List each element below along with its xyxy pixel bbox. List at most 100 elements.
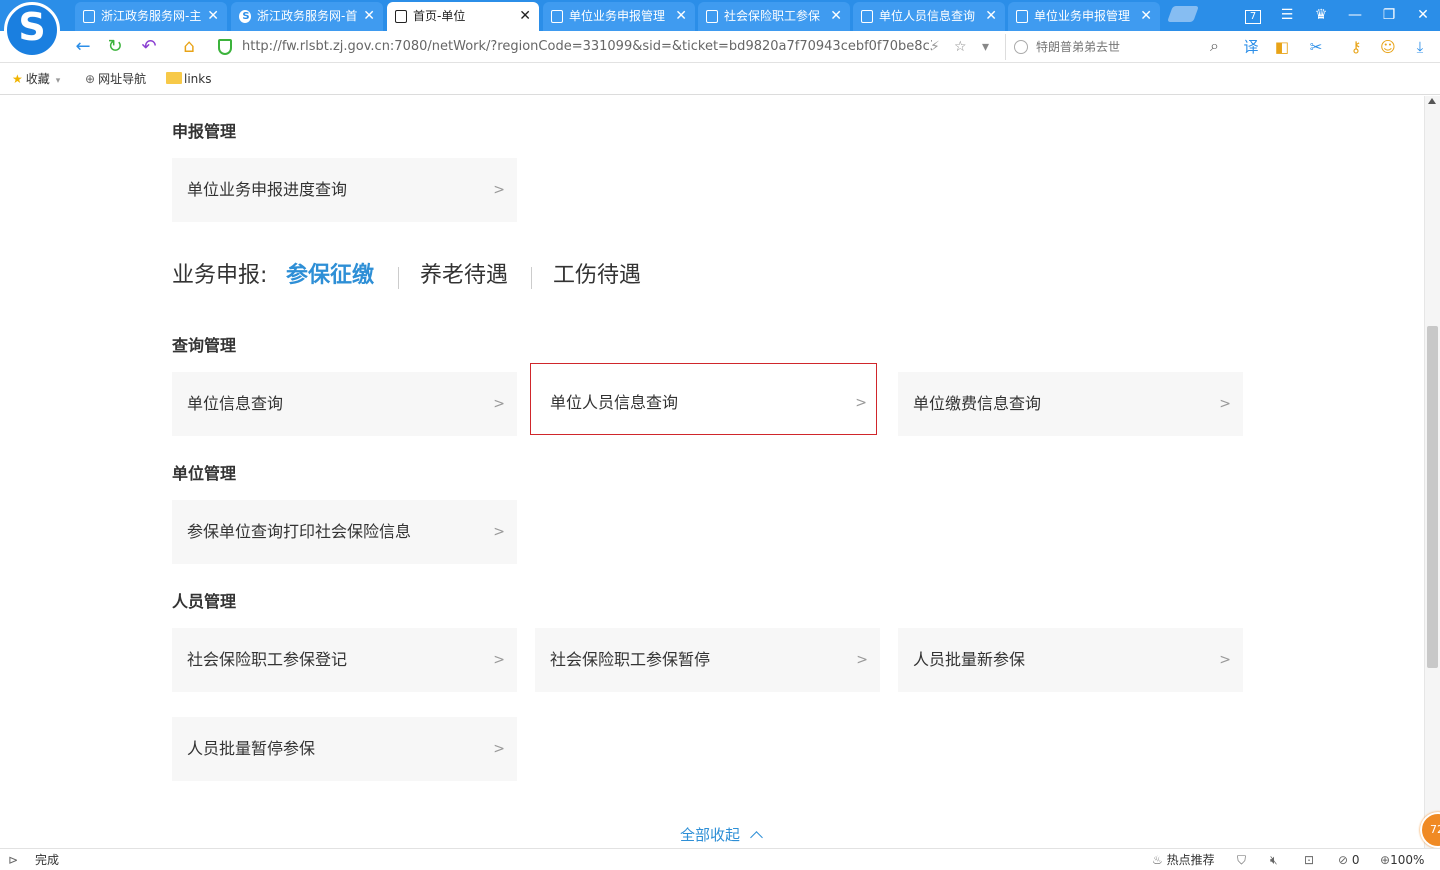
- hot-recommend-button[interactable]: ♨ 热点推荐: [1152, 849, 1215, 870]
- section-title-query: 查询管理: [172, 336, 237, 355]
- card-staff-suspend[interactable]: 社会保险职工参保暂停 >: [535, 628, 880, 692]
- scissors-icon[interactable]: ✂: [1302, 34, 1330, 60]
- translate-icon[interactable]: 译: [1237, 34, 1265, 60]
- card-label: 参保单位查询打印社会保险信息: [187, 522, 412, 541]
- card-batch-enroll[interactable]: 人员批量新参保 >: [898, 628, 1243, 692]
- bookmark-label: 收藏: [25, 72, 50, 86]
- scroll-up-arrow-icon[interactable]: [1428, 98, 1436, 104]
- sogou-logo-icon[interactable]: [4, 2, 60, 58]
- card-label: 社会保险职工参保暂停: [550, 650, 711, 669]
- address-dropdown-icon[interactable]: ▾: [982, 34, 989, 60]
- speed-mode-icon[interactable]: ⚡: [930, 34, 940, 60]
- tab-injury[interactable]: 工伤待遇: [553, 260, 641, 292]
- doc-icon: [1016, 10, 1028, 23]
- bookmark-links[interactable]: links: [166, 64, 211, 95]
- doc-icon: [861, 10, 873, 23]
- sidebar-toggle-icon[interactable]: ⊳: [8, 849, 18, 870]
- menu-icon[interactable]: ☰: [1270, 0, 1304, 31]
- tab-1[interactable]: 浙江政务服务网-主 ✕: [75, 2, 227, 31]
- mute-icon[interactable]: 🔇︎: [1270, 849, 1278, 870]
- search-engine-icon[interactable]: [1014, 40, 1028, 54]
- search-box[interactable]: ⌕: [1005, 34, 1225, 60]
- close-icon[interactable]: ✕: [985, 2, 997, 30]
- card-label: 单位信息查询: [187, 394, 284, 413]
- close-icon[interactable]: ✕: [363, 2, 375, 30]
- doc-icon: [83, 10, 95, 23]
- globe-icon: ⊕: [85, 72, 96, 86]
- card-unit-payment-query[interactable]: 单位缴费信息查询 >: [898, 372, 1243, 436]
- screenshot-icon[interactable]: ◧: [1268, 34, 1296, 60]
- chevron-down-icon: ▾: [55, 76, 61, 86]
- address-url[interactable]: http://fw.rlsbt.zj.gov.cn:7080/netWork/?…: [242, 34, 932, 60]
- tab-count-badge: 7: [1245, 10, 1261, 24]
- card-staff-enroll[interactable]: 社会保险职工参保登记 >: [172, 628, 517, 692]
- card-batch-suspend[interactable]: 人员批量暂停参保 >: [172, 717, 517, 781]
- key-icon[interactable]: ⚷: [1342, 34, 1370, 60]
- vertical-scrollbar[interactable]: [1424, 96, 1440, 848]
- status-text: 完成: [35, 853, 60, 867]
- window-close-button[interactable]: ✕: [1406, 0, 1440, 31]
- close-icon[interactable]: ✕: [830, 2, 842, 30]
- lock-icon[interactable]: ⊡: [1304, 849, 1314, 870]
- tab-6[interactable]: 单位人员信息查询 ✕: [853, 2, 1005, 31]
- card-label: 单位业务申报进度查询: [187, 180, 348, 199]
- undo-close-icon[interactable]: ↶: [136, 34, 162, 60]
- address-bar[interactable]: http://fw.rlsbt.zj.gov.cn:7080/netWork/?…: [210, 34, 1000, 60]
- section-title-person: 人员管理: [172, 592, 237, 611]
- card-label: 人员批量暂停参保: [187, 739, 316, 758]
- card-label: 社会保险职工参保登记: [187, 650, 348, 669]
- tab-enroll-collect[interactable]: 参保征缴: [286, 260, 374, 292]
- divider: [531, 267, 532, 289]
- ad-block-button[interactable]: ⊘ 0: [1338, 849, 1360, 870]
- chevron-right-icon: >: [856, 652, 868, 668]
- close-icon[interactable]: ✕: [675, 2, 687, 30]
- search-icon[interactable]: ⌕: [1210, 36, 1219, 56]
- tab-2[interactable]: 浙江政务服务网-首 ✕: [231, 2, 383, 31]
- bookmark-nav[interactable]: ⊕ 网址导航: [85, 64, 146, 95]
- card-unit-print-insurance[interactable]: 参保单位查询打印社会保险信息 >: [172, 500, 517, 564]
- tab-3-active[interactable]: 首页-单位 ✕: [387, 2, 539, 31]
- page-content: 申报管理 单位业务申报进度查询 > 业务申报: 参保征缴 养老待遇 工伤待遇 查…: [0, 96, 1424, 848]
- chevron-right-icon: >: [493, 524, 505, 540]
- search-input[interactable]: [1036, 37, 1196, 57]
- ad-block-icon: ⊘: [1338, 853, 1349, 867]
- tab-pension[interactable]: 养老待遇: [420, 260, 508, 292]
- tab-4[interactable]: 单位业务申报管理 ✕: [543, 2, 695, 31]
- close-icon[interactable]: ✕: [207, 2, 219, 30]
- sogou-icon: [239, 3, 252, 31]
- card-unit-info-query[interactable]: 单位信息查询 >: [172, 372, 517, 436]
- emoji-icon[interactable]: ☺: [1374, 34, 1402, 60]
- chevron-right-icon: >: [855, 395, 867, 411]
- restore-button[interactable]: ❐: [1372, 0, 1406, 31]
- skin-icon[interactable]: ♛: [1304, 0, 1338, 31]
- home-icon[interactable]: ⌂: [176, 34, 202, 60]
- shield-icon[interactable]: ⛉: [1237, 849, 1246, 870]
- minimize-button[interactable]: —: [1338, 0, 1372, 31]
- bookmark-favorites[interactable]: ★ 收藏 ▾: [12, 64, 60, 97]
- zoom-button[interactable]: ⊕100%: [1380, 849, 1424, 870]
- collapse-all-button[interactable]: 全部收起: [680, 824, 763, 845]
- tab-strip: 浙江政务服务网-主 ✕ 浙江政务服务网-首 ✕ 首页-单位 ✕ 单位业务申报管理…: [0, 0, 1440, 58]
- tab-count-button[interactable]: 7: [1236, 0, 1270, 31]
- card-declare-progress[interactable]: 单位业务申报进度查询 >: [172, 158, 517, 222]
- tab-title: 单位业务申报管理: [1034, 9, 1131, 23]
- bookmark-label: links: [184, 72, 212, 86]
- collapse-all-label: 全部收起: [680, 826, 741, 844]
- back-icon[interactable]: ←: [70, 34, 96, 60]
- tab-5[interactable]: 社会保险职工参保 ✕: [698, 2, 850, 31]
- reload-icon[interactable]: ↻: [102, 34, 128, 60]
- card-unit-staff-query-selected[interactable]: 单位人员信息查询 >: [530, 363, 877, 435]
- ad-block-count: 0: [1351, 853, 1360, 867]
- download-icon[interactable]: ⤓: [1406, 34, 1434, 60]
- chevron-up-icon: [750, 831, 763, 844]
- chevron-right-icon: >: [493, 652, 505, 668]
- bookmark-star-icon[interactable]: ☆: [954, 34, 967, 60]
- close-icon[interactable]: ✕: [1140, 2, 1152, 30]
- folder-icon: [166, 72, 182, 84]
- business-label: 业务申报:: [172, 263, 268, 288]
- tab-7[interactable]: 单位业务申报管理 ✕: [1008, 2, 1160, 31]
- scrollbar-thumb[interactable]: [1427, 326, 1438, 668]
- tab-title: 单位业务申报管理: [569, 9, 666, 23]
- close-icon[interactable]: ✕: [519, 2, 531, 30]
- new-tab-button[interactable]: [1167, 6, 1199, 22]
